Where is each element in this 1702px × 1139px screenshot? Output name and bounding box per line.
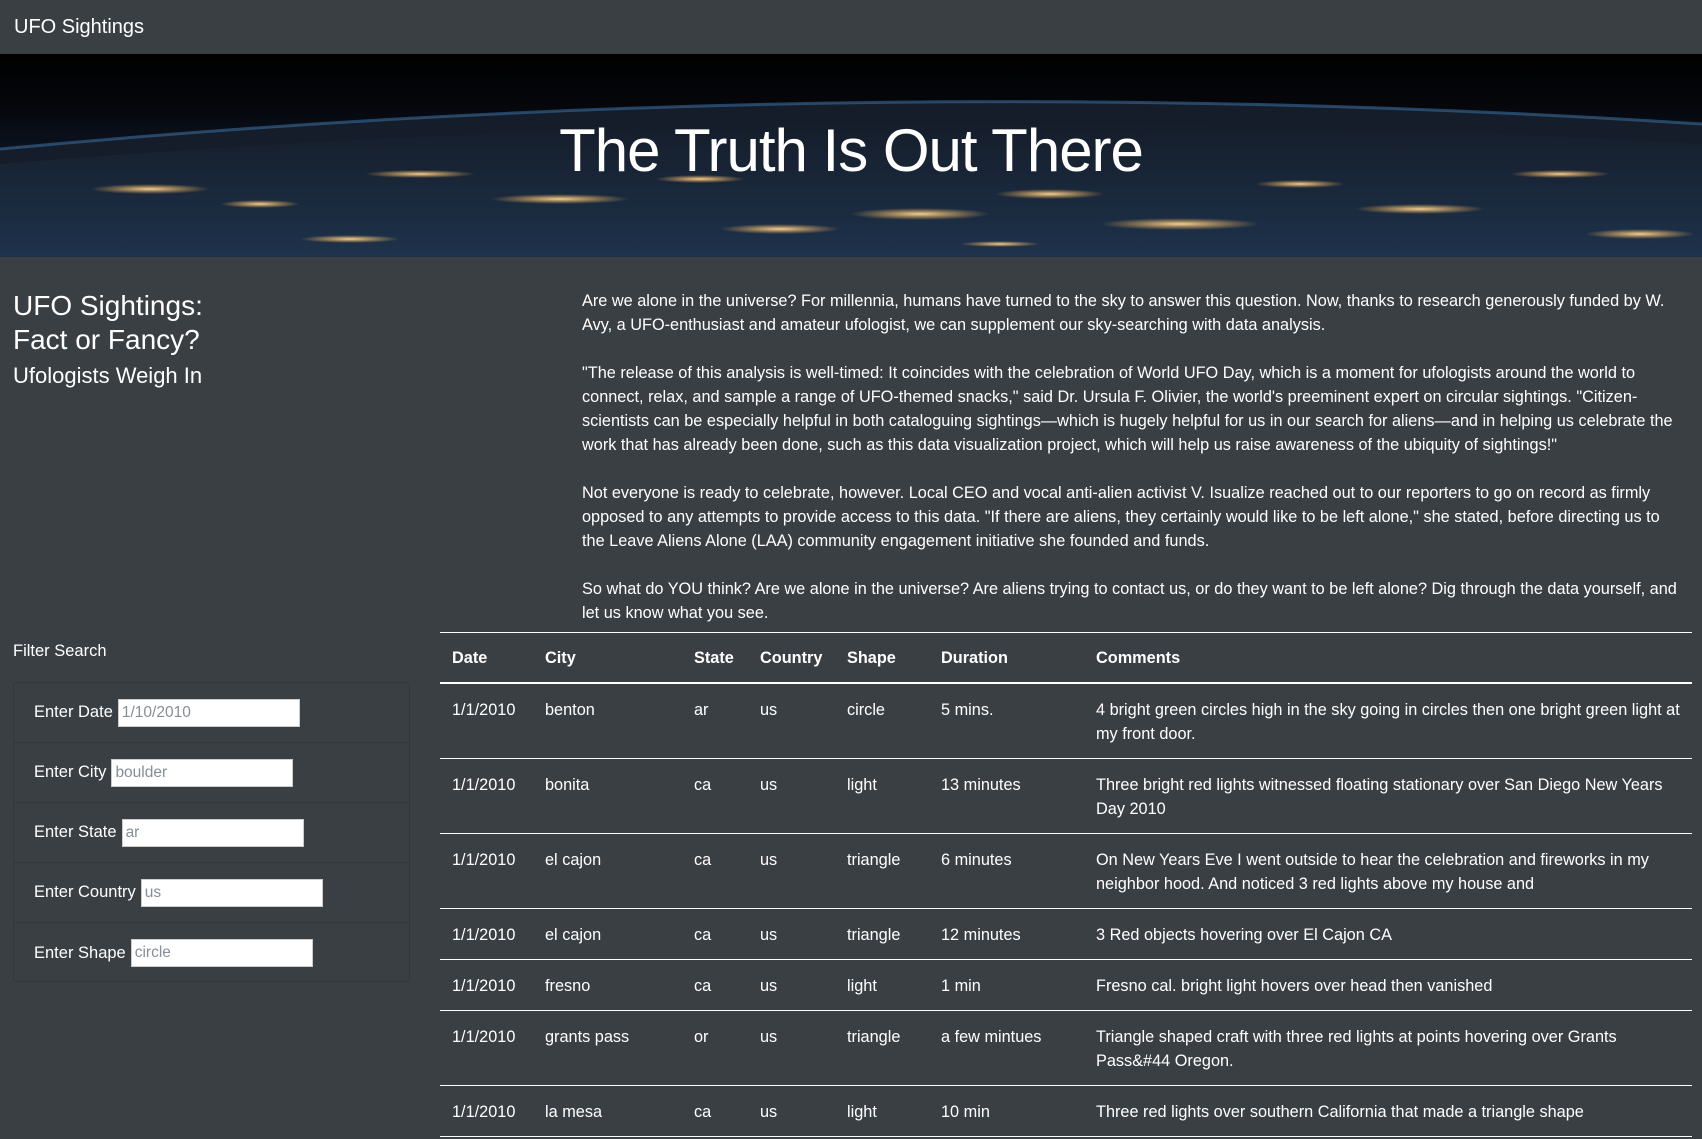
- filter-panel: Enter Date Enter City Enter State Enter …: [13, 682, 410, 982]
- cell-duration: 5 mins.: [929, 683, 1084, 759]
- cell-comments: 3 Red objects hovering over El Cajon CA: [1084, 908, 1692, 960]
- cell-city: el cajon: [533, 833, 682, 909]
- cell-comments: Fresno cal. bright light hovers over hea…: [1084, 959, 1692, 1011]
- article-headline: UFO Sightings: Fact or Fancy? Ufologists…: [13, 289, 203, 391]
- filter-shape-row: Enter Shape: [14, 923, 409, 983]
- cell-comments: 4 bright green circles high in the sky g…: [1084, 683, 1692, 759]
- state-input[interactable]: [121, 818, 304, 847]
- cell-shape: triangle: [835, 833, 929, 909]
- cell-duration: 12 minutes: [929, 908, 1084, 960]
- cell-country: us: [748, 1085, 835, 1137]
- cell-city: grants pass: [533, 1010, 682, 1086]
- cell-country: us: [748, 758, 835, 834]
- filter-state-row: Enter State: [14, 803, 409, 863]
- filter-search-title: Filter Search: [13, 642, 107, 660]
- table-row: 1/1/2010 el cajon ca us triangle 12 minu…: [440, 908, 1692, 960]
- cell-state: ar: [682, 683, 748, 759]
- hero-title: The Truth Is Out There: [559, 117, 1144, 184]
- filter-date-row: Enter Date: [14, 683, 409, 743]
- cell-state: ca: [682, 833, 748, 909]
- cell-comments: Three red lights over southern Californi…: [1084, 1085, 1692, 1137]
- column-header-date: Date: [440, 632, 533, 684]
- cell-country: us: [748, 833, 835, 909]
- filter-country-row: Enter Country: [14, 863, 409, 923]
- navbar-brand[interactable]: UFO Sightings: [14, 16, 144, 39]
- column-header-duration: Duration: [929, 632, 1084, 684]
- cell-duration: 10 min: [929, 1085, 1084, 1137]
- article-paragraph: Not everyone is ready to celebrate, howe…: [582, 484, 1660, 550]
- table-row: 1/1/2010 benton ar us circle 5 mins. 4 b…: [440, 683, 1692, 759]
- article-paragraph: Are we alone in the universe? For millen…: [582, 292, 1665, 334]
- cell-shape: light: [835, 959, 929, 1011]
- cell-date: 1/1/2010: [440, 908, 533, 960]
- cell-duration: 1 min: [929, 959, 1084, 1011]
- cell-state: ca: [682, 959, 748, 1011]
- cell-shape: light: [835, 758, 929, 834]
- cell-city: bonita: [533, 758, 682, 834]
- cell-city: la mesa: [533, 1085, 682, 1137]
- city-input[interactable]: [111, 758, 294, 787]
- column-header-city: City: [533, 632, 682, 684]
- cell-city: el cajon: [533, 908, 682, 960]
- table-header-row: Date City State Country Shape Duration C…: [440, 632, 1692, 684]
- filter-shape-label: Enter Shape: [34, 943, 126, 962]
- filter-city-label: Enter City: [34, 763, 107, 781]
- headline-line-2: Fact or Fancy?: [13, 324, 200, 355]
- table-row: 1/1/2010 el cajon ca us triangle 6 minut…: [440, 833, 1692, 909]
- data-section: Filter Search Enter Date Enter City Ente…: [0, 632, 1702, 1139]
- cell-country: us: [748, 1010, 835, 1086]
- cell-country: us: [748, 683, 835, 759]
- cell-date: 1/1/2010: [440, 683, 533, 759]
- intro-section: UFO Sightings: Fact or Fancy? Ufologists…: [0, 257, 1702, 632]
- sightings-table-container: Date City State Country Shape Duration C…: [440, 632, 1692, 1137]
- cell-city: fresno: [533, 959, 682, 1011]
- cell-state: ca: [682, 908, 748, 960]
- date-input[interactable]: [117, 698, 300, 727]
- cell-duration: 6 minutes: [929, 833, 1084, 909]
- headline-line-1: UFO Sightings:: [13, 290, 203, 321]
- sightings-table: Date City State Country Shape Duration C…: [440, 632, 1692, 1137]
- table-row: 1/1/2010 grants pass or us triangle a fe…: [440, 1010, 1692, 1086]
- column-header-shape: Shape: [835, 632, 929, 684]
- filter-state-label: Enter State: [34, 823, 117, 841]
- filter-city-row: Enter City: [14, 743, 409, 803]
- column-header-comments: Comments: [1084, 632, 1692, 684]
- column-header-state: State: [682, 632, 748, 684]
- cell-state: ca: [682, 758, 748, 834]
- cell-state: or: [682, 1010, 748, 1086]
- filter-country-label: Enter Country: [34, 883, 136, 901]
- cell-city: benton: [533, 683, 682, 759]
- table-row: 1/1/2010 la mesa ca us light 10 min Thre…: [440, 1085, 1692, 1137]
- table-row: 1/1/2010 bonita ca us light 13 minutes T…: [440, 758, 1692, 834]
- cell-country: us: [748, 959, 835, 1011]
- cell-date: 1/1/2010: [440, 1085, 533, 1137]
- cell-state: ca: [682, 1085, 748, 1137]
- column-header-country: Country: [748, 632, 835, 684]
- cell-comments: On New Years Eve I went outside to hear …: [1084, 833, 1692, 909]
- cell-date: 1/1/2010: [440, 959, 533, 1011]
- navbar: UFO Sightings: [0, 0, 1702, 54]
- cell-shape: triangle: [835, 908, 929, 960]
- cell-date: 1/1/2010: [440, 758, 533, 834]
- cell-shape: circle: [835, 683, 929, 759]
- cell-country: us: [748, 908, 835, 960]
- cell-shape: triangle: [835, 1010, 929, 1086]
- cell-comments: Triangle shaped craft with three red lig…: [1084, 1010, 1692, 1086]
- article-paragraph: So what do YOU think? Are we alone in th…: [582, 580, 1677, 622]
- cell-date: 1/1/2010: [440, 833, 533, 909]
- cell-date: 1/1/2010: [440, 1010, 533, 1086]
- cell-duration: a few mintues: [929, 1010, 1084, 1086]
- cell-duration: 13 minutes: [929, 758, 1084, 834]
- country-input[interactable]: [140, 878, 323, 907]
- headline-subtitle: Ufologists Weigh In: [13, 363, 203, 388]
- table-row: 1/1/2010 fresno ca us light 1 min Fresno…: [440, 959, 1692, 1011]
- cell-shape: light: [835, 1085, 929, 1137]
- article-body: Are we alone in the universe? For millen…: [582, 289, 1677, 649]
- filter-date-label: Enter Date: [34, 703, 113, 721]
- hero-banner: The Truth Is Out There: [0, 54, 1702, 257]
- shape-input[interactable]: [130, 939, 313, 967]
- article-paragraph: "The release of this analysis is well-ti…: [582, 364, 1673, 454]
- cell-comments: Three bright red lights witnessed floati…: [1084, 758, 1692, 834]
